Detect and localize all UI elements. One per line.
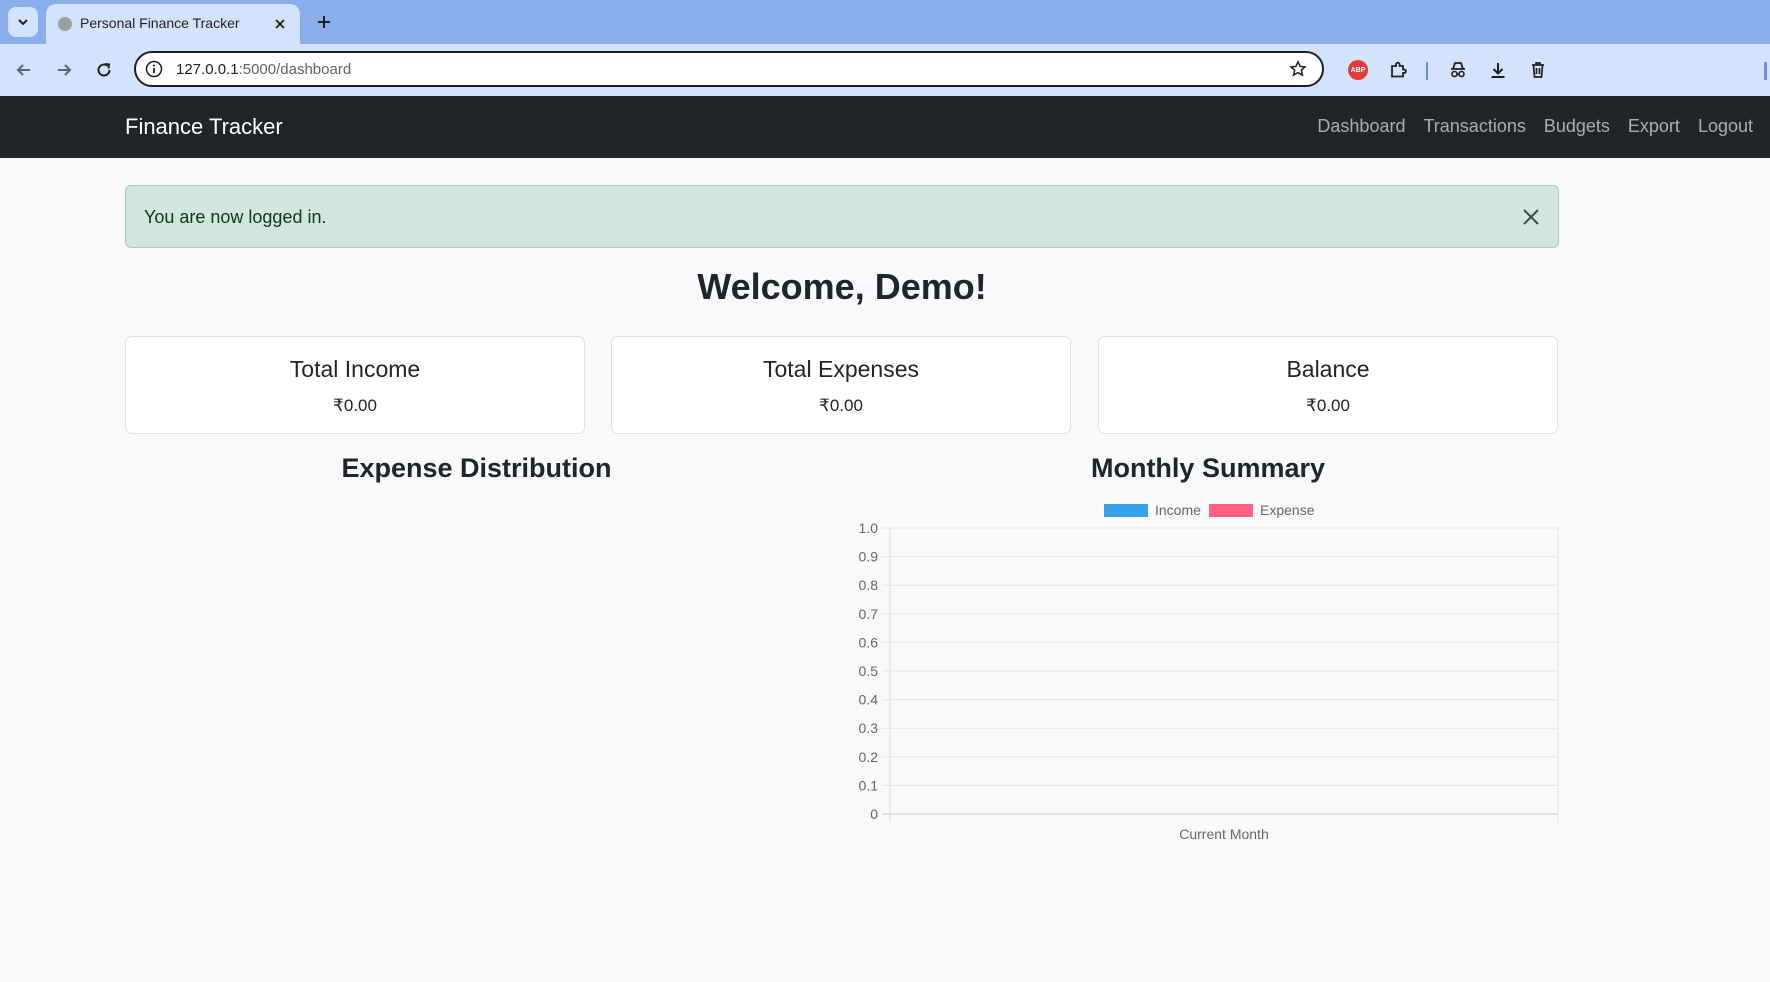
success-alert: You are now logged in. xyxy=(125,185,1559,248)
incognito-icon xyxy=(1451,62,1465,78)
legend-swatch-expense xyxy=(1209,504,1253,517)
browser-tab[interactable]: Personal Finance Tracker xyxy=(46,4,300,44)
incognito-button[interactable] xyxy=(1446,58,1470,82)
navbar-brand[interactable]: Finance Tracker xyxy=(125,114,283,140)
extensions-button[interactable] xyxy=(1386,58,1410,82)
adblock-extension-button[interactable]: ABP xyxy=(1346,58,1370,82)
alert-message: You are now logged in. xyxy=(144,207,327,227)
tab-search-button[interactable] xyxy=(8,7,38,37)
puzzle-icon xyxy=(1391,61,1407,78)
alert-close-button[interactable] xyxy=(1520,206,1542,228)
trash-icon xyxy=(1532,62,1544,78)
app-navbar: Finance Tracker Dashboard Transactions B… xyxy=(0,96,1770,158)
downloads-button[interactable] xyxy=(1486,58,1510,82)
card-title: Total Income xyxy=(289,356,421,382)
address-bar[interactable]: 127.0.0.1:5000/dashboard xyxy=(134,51,1324,87)
welcome-heading: Welcome, Demo! xyxy=(697,266,987,307)
close-icon xyxy=(275,19,285,29)
y-tick-label: 0.5 xyxy=(859,663,879,679)
y-tick-label: 0.9 xyxy=(859,549,879,565)
toolbar-separator xyxy=(1426,62,1428,80)
arrow-left-icon xyxy=(16,64,30,76)
legend-label-expense: Expense xyxy=(1260,502,1315,518)
nav-link-transactions[interactable]: Transactions xyxy=(1423,116,1525,137)
toolbar-edge-separator xyxy=(1764,62,1767,80)
y-tick-label: 0.1 xyxy=(859,777,879,793)
card-value: ₹0.00 xyxy=(333,396,377,415)
expense-distribution-chart-area xyxy=(125,500,828,850)
site-info-icon[interactable] xyxy=(144,59,164,79)
y-tick-label: 0.6 xyxy=(859,634,879,650)
browser-toolbar: 127.0.0.1:5000/dashboard ABP xyxy=(0,44,1770,96)
close-icon xyxy=(1523,209,1539,225)
y-tick-label: 0.3 xyxy=(859,720,879,736)
nav-link-logout[interactable]: Logout xyxy=(1698,116,1753,137)
delete-button[interactable] xyxy=(1526,58,1550,82)
new-tab-button[interactable] xyxy=(312,10,336,34)
card-title: Balance xyxy=(1286,356,1370,382)
card-value: ₹0.00 xyxy=(1306,396,1350,415)
y-tick-label: 0.8 xyxy=(859,577,879,593)
bookmark-star-icon[interactable] xyxy=(1288,59,1308,79)
x-tick-label: Current Month xyxy=(1179,826,1268,842)
total-income-card: Total Income ₹0.00 xyxy=(125,336,585,434)
legend-label-income: Income xyxy=(1155,502,1201,518)
y-tick-label: 0.7 xyxy=(859,606,879,622)
y-tick-label: 0.4 xyxy=(859,692,879,708)
legend-swatch-income xyxy=(1104,504,1148,517)
monthly-summary-title: Monthly Summary xyxy=(1090,453,1326,483)
y-tick-label: 0.2 xyxy=(859,749,879,765)
download-icon xyxy=(1491,63,1505,78)
browser-tabstrip: Personal Finance Tracker xyxy=(0,0,1770,44)
reload-icon xyxy=(97,63,111,77)
y-tick-label: 0 xyxy=(870,806,878,822)
nav-link-export[interactable]: Export xyxy=(1628,116,1680,137)
nav-link-dashboard[interactable]: Dashboard xyxy=(1317,116,1405,137)
navbar-links: Dashboard Transactions Budgets Export Lo… xyxy=(1317,116,1753,137)
url-text: 127.0.0.1:5000/dashboard xyxy=(176,61,351,78)
adblock-icon: ABP xyxy=(1348,60,1368,80)
reload-button[interactable] xyxy=(92,58,116,82)
tab-close-button[interactable] xyxy=(270,14,290,34)
url-path: :5000/dashboard xyxy=(238,61,352,78)
total-expenses-card: Total Expenses ₹0.00 xyxy=(611,336,1071,434)
globe-icon xyxy=(58,17,72,31)
forward-button[interactable] xyxy=(52,58,76,82)
card-value: ₹0.00 xyxy=(819,396,863,415)
monthly-summary-chart: Income Expense 1.0 0.9 0.8 0.7 0.6 0.5 0.4 0.3 0.2… xyxy=(859,502,1559,842)
arrow-right-icon xyxy=(58,64,72,76)
back-button[interactable] xyxy=(12,58,36,82)
balance-card: Balance ₹0.00 xyxy=(1098,336,1558,434)
card-title: Total Expenses xyxy=(763,356,919,382)
y-tick-label: 1.0 xyxy=(859,520,879,536)
nav-link-budgets[interactable]: Budgets xyxy=(1544,116,1610,137)
url-host: 127.0.0.1 xyxy=(176,61,239,78)
chevron-down-icon xyxy=(18,19,28,26)
tab-title: Personal Finance Tracker xyxy=(80,15,240,31)
plus-icon xyxy=(318,16,330,28)
expense-distribution-title: Expense Distribution xyxy=(341,453,612,483)
